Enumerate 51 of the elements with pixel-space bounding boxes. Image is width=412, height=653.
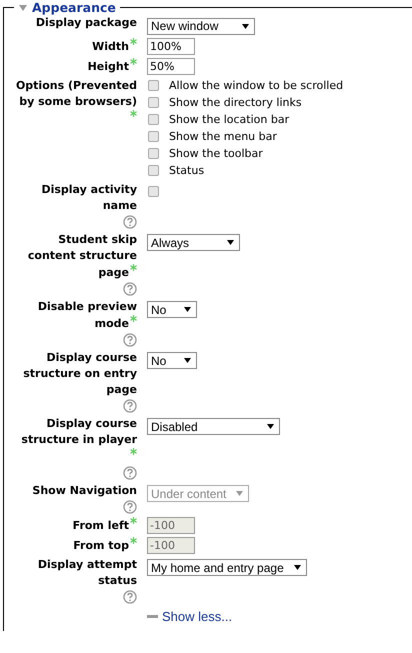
select-field[interactable]: No [147,352,197,369]
dropdown-caret-icon [242,24,249,28]
checkbox-label[interactable]: Show the menu bar [169,130,277,142]
checkbox-label[interactable]: Show the location bar [169,112,290,126]
checkbox[interactable] [148,186,159,196]
dropdown-caret-icon [227,240,234,245]
checkbox[interactable] [148,130,159,142]
checkbox-label[interactable]: Show the toolbar [169,146,263,160]
checkbox-label[interactable]: Allow the window to be scrolled [169,78,344,92]
show-less-link[interactable]: Show less... [162,608,232,624]
dropdown-caret-icon [184,307,191,312]
text-field[interactable]: 50% [147,58,195,74]
field-label: Display course structure in player [21,416,137,446]
checkbox[interactable] [148,164,159,176]
checkbox-label[interactable]: Show the directory links [169,96,302,108]
field-label: From left [72,518,129,532]
field-label: Disable preview mode [38,300,137,330]
select-field[interactable]: Disabled [147,418,280,435]
dropdown-caret-icon [267,424,274,429]
help-icon[interactable] [123,466,137,480]
field-label: Display package [36,16,137,29]
field-label: Student skip content structure page [28,232,137,278]
field-label: Options (Prevented by some browsers) [16,78,137,108]
select-field[interactable]: Always [147,234,240,251]
help-icon[interactable] [123,214,137,228]
collapse-bar-icon [147,614,158,618]
field-label: Width [92,40,129,52]
checkbox[interactable] [148,148,159,158]
select-field[interactable]: No [147,301,197,318]
field-label: Show Navigation [32,484,137,496]
help-icon[interactable] [123,398,137,412]
field-label: Display attempt status [38,558,137,586]
field-label: Height [88,60,129,72]
help-icon[interactable] [123,332,137,346]
dropdown-caret-icon [294,565,301,570]
help-icon[interactable] [123,590,137,604]
checkbox[interactable] [148,114,159,124]
section-title[interactable]: Appearance [32,0,116,15]
collapse-caret-icon[interactable] [18,4,28,12]
dropdown-caret-icon [184,358,191,363]
checkbox[interactable] [148,96,159,108]
field-label: From top [73,538,129,552]
select-field[interactable]: New window [147,18,255,34]
field-label: Display course structure on entry page [23,350,137,396]
text-field[interactable]: 100% [147,38,195,54]
checkbox[interactable] [148,80,159,90]
help-icon[interactable] [123,282,137,296]
select-field[interactable]: My home and entry page [147,559,307,576]
dropdown-caret-icon [236,491,244,496]
checkbox-label[interactable]: Status [169,164,204,176]
field-label: Display activity name [41,182,137,212]
